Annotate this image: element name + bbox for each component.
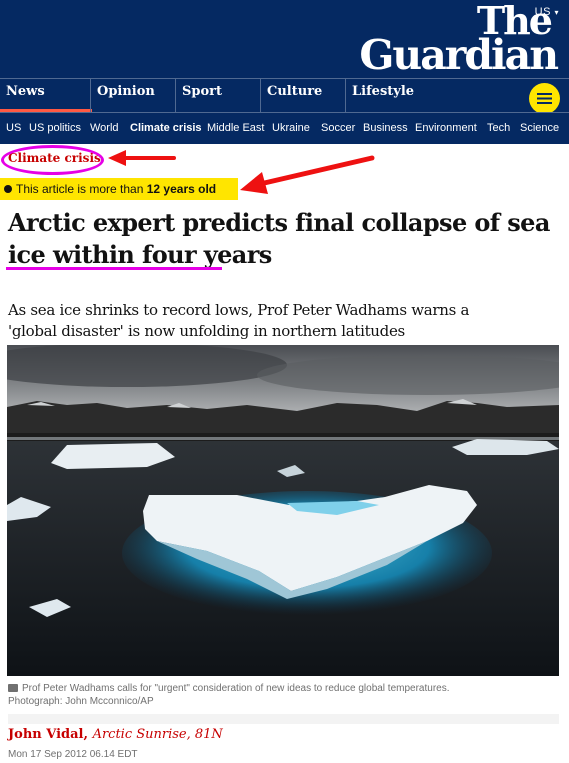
pillar-lifestyle[interactable]: Lifestyle <box>345 79 435 112</box>
subnav-item-us[interactable]: US <box>6 122 21 134</box>
pillar-label: Culture <box>267 84 323 99</box>
subnav-item-business[interactable]: Business <box>363 122 408 134</box>
byline-divider <box>8 714 559 724</box>
red-arrow-annotation <box>240 155 375 194</box>
red-arrow-annotation <box>108 150 176 166</box>
menu-button[interactable] <box>529 83 560 114</box>
pillar-nav: News Opinion Sport Culture Lifestyle <box>0 78 569 114</box>
highlight-circle <box>1 145 104 175</box>
highlight-underline <box>6 267 222 270</box>
pillar-label: News <box>6 84 45 99</box>
byline: John Vidal, Arctic Sunrise, 81N <box>8 727 223 742</box>
photo-credit: Photograph: John Mcconnico/AP <box>8 696 154 707</box>
article-standfirst: As sea ice shrinks to record lows, Prof … <box>8 301 470 340</box>
guardian-logo[interactable]: The Guardian <box>359 2 559 79</box>
byline-location: Arctic Sunrise, 81N <box>92 727 223 742</box>
pillar-label: Lifestyle <box>352 84 415 99</box>
subnav-item-climate-crisis[interactable]: Climate crisis <box>130 122 202 134</box>
pillar-sport[interactable]: Sport <box>175 79 261 112</box>
subnav-item-science[interactable]: Science <box>520 122 559 134</box>
pillar-opinion[interactable]: Opinion <box>90 79 176 112</box>
image-caption: Prof Peter Wadhams calls for "urgent" co… <box>8 682 560 708</box>
sub-nav: US US politics World Climate crisis Midd… <box>0 112 569 144</box>
hamburger-icon <box>537 93 552 104</box>
pillar-culture[interactable]: Culture <box>260 79 346 112</box>
publish-date: Mon 17 Sep 2012 06.14 EDT <box>8 749 138 760</box>
clock-icon <box>4 185 12 193</box>
author-link[interactable]: John Vidal <box>8 727 84 742</box>
article-age-warning: This article is more than 12 years old <box>0 178 238 200</box>
pillar-label: Sport <box>182 84 223 99</box>
subnav-item-tech[interactable]: Tech <box>487 122 510 134</box>
caption-text: Prof Peter Wadhams calls for "urgent" co… <box>22 683 450 694</box>
subnav-item-us-politics[interactable]: US politics <box>29 122 81 134</box>
hero-image-iceberg <box>7 345 559 676</box>
camera-icon <box>8 684 18 692</box>
subnav-item-environment[interactable]: Environment <box>415 122 477 134</box>
pillar-label: Opinion <box>97 84 155 99</box>
subnav-item-middle-east[interactable]: Middle East <box>207 122 264 134</box>
masthead: US ▾ The Guardian <box>0 0 569 78</box>
subnav-item-soccer[interactable]: Soccer <box>321 122 355 134</box>
pillar-news[interactable]: News <box>0 79 92 112</box>
subnav-item-ukraine[interactable]: Ukraine <box>272 122 310 134</box>
logo-line-2: Guardian <box>359 31 559 79</box>
age-value: 12 years old <box>146 182 217 196</box>
subnav-item-world[interactable]: World <box>90 122 119 134</box>
article-headline: Arctic expert predicts final collapse of… <box>8 208 550 269</box>
age-prefix: This article is more than <box>16 182 144 196</box>
